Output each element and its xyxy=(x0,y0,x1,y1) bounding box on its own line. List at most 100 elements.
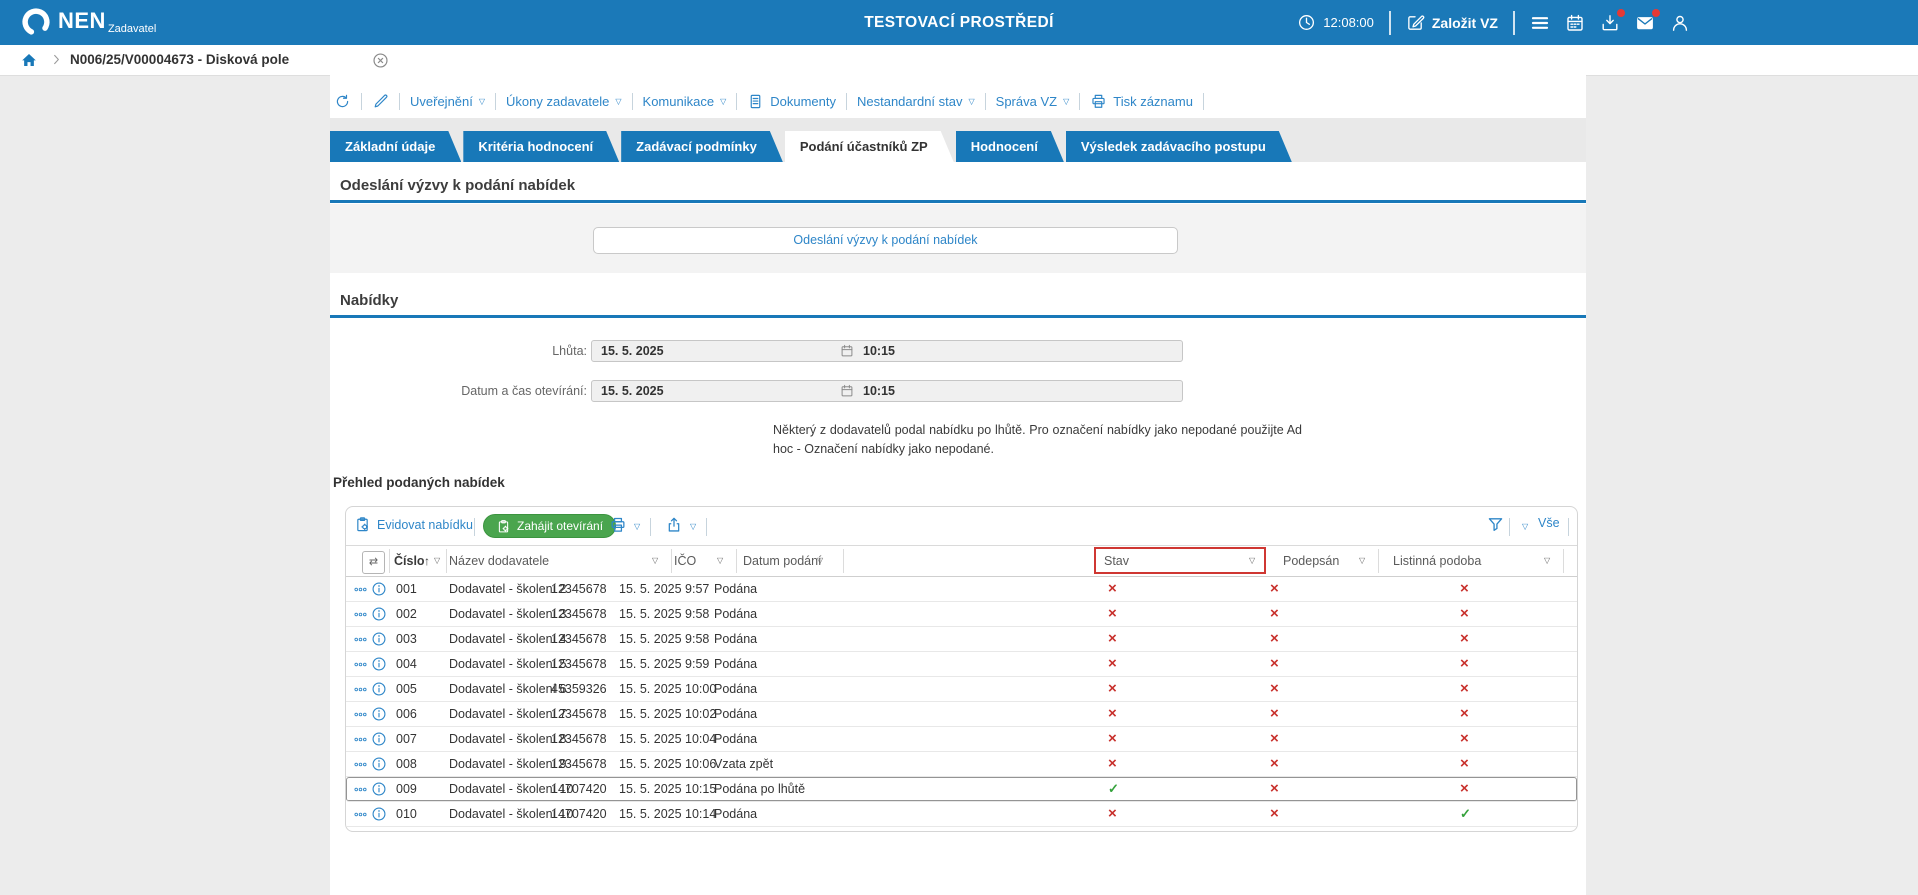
record-toolbar-item-uve-ejn-n-[interactable]: Uveřejnění▽ xyxy=(410,94,485,109)
column-settings-button[interactable]: ⇄ xyxy=(362,551,385,574)
bids-table-header: ⇄Číslo↑▽Název dodavatele▽IČO▽Datum podán… xyxy=(346,545,1577,577)
table-row[interactable]: 009Dodavatel - školení 101470742015. 5. … xyxy=(346,777,1577,802)
row-info-icon[interactable] xyxy=(371,606,387,622)
opening-field[interactable]: 15. 5. 2025 10:15 xyxy=(591,380,1183,402)
refresh-record-button[interactable] xyxy=(334,93,351,110)
row-info-icon[interactable] xyxy=(371,731,387,747)
row-menu-icon[interactable] xyxy=(354,683,367,696)
deadline-field[interactable]: 15. 5. 2025 10:15 xyxy=(591,340,1183,362)
topbar-divider xyxy=(1389,11,1391,35)
row-menu-icon[interactable] xyxy=(354,733,367,746)
record-toolbar-item-tisk-z-znamu[interactable]: Tisk záznamu xyxy=(1090,93,1193,110)
downloads-button[interactable] xyxy=(1600,13,1620,33)
column-filter-caret[interactable]: ▽ xyxy=(817,557,823,565)
row-menu-icon[interactable] xyxy=(354,583,367,596)
record-toolbar-item--kony-zadavatele[interactable]: Úkony zadavatele▽ xyxy=(506,94,622,109)
column-filter-caret[interactable]: ▽ xyxy=(1544,557,1550,565)
flag-listinna: × xyxy=(1460,727,1469,751)
export-options-caret[interactable]: ▽ xyxy=(690,522,696,531)
create-vz-button[interactable]: Založit VZ xyxy=(1406,13,1498,32)
view-all-button[interactable]: Vše xyxy=(1538,516,1560,530)
row-info-icon[interactable] xyxy=(371,706,387,722)
column-filter-caret[interactable]: ▽ xyxy=(717,557,723,565)
tab-hodnocen-[interactable]: Hodnocení xyxy=(956,131,1064,162)
table-row[interactable]: 010Dodavatel - školení 101470742015. 5. … xyxy=(346,802,1577,827)
breadcrumb-record-tab[interactable]: N006/25/V00004673 - Disková pole xyxy=(70,45,289,75)
column-divider xyxy=(1563,549,1564,573)
table-row[interactable]: 001Dodavatel - školení 21234567815. 5. 2… xyxy=(346,577,1577,602)
row-menu-icon[interactable] xyxy=(354,608,367,621)
row-info-icon[interactable] xyxy=(371,681,387,697)
print-options-caret[interactable]: ▽ xyxy=(634,522,640,531)
flag-podepsan: × xyxy=(1270,652,1279,676)
row-menu-icon[interactable] xyxy=(354,708,367,721)
tab-zad-vac-podm-nky[interactable]: Zadávací podmínky xyxy=(621,131,783,162)
home-icon[interactable] xyxy=(20,51,38,69)
close-record-icon[interactable] xyxy=(372,52,389,69)
table-row[interactable]: 005Dodavatel - školení 64535932615. 5. 2… xyxy=(346,677,1577,702)
tab-pod-n-astn-k-zp[interactable]: Podání účastníků ZP xyxy=(785,131,954,162)
cell-submitted: 15. 5. 2025 9:58 xyxy=(619,627,709,651)
table-row[interactable]: 004Dodavatel - školení 51234567815. 5. 2… xyxy=(346,652,1577,677)
send-invite-button[interactable]: Odeslání výzvy k podání nabídek xyxy=(593,227,1178,254)
column-filter-caret[interactable]: ▽ xyxy=(1249,557,1255,565)
row-menu-icon[interactable] xyxy=(354,783,367,796)
row-info-icon[interactable] xyxy=(371,656,387,672)
edit-record-button[interactable] xyxy=(372,93,389,110)
tab-z-kladn-daje[interactable]: Základní údaje xyxy=(330,131,461,162)
toolbar-divider xyxy=(474,518,475,536)
row-info-icon[interactable] xyxy=(371,631,387,647)
table-row[interactable]: 008Dodavatel - školení 91234567815. 5. 2… xyxy=(346,752,1577,777)
column-header-datum-podání[interactable]: Datum podání xyxy=(743,546,822,576)
messages-button[interactable] xyxy=(1635,13,1655,33)
column-filter-caret[interactable]: ▽ xyxy=(434,557,440,565)
record-bid-button[interactable]: Evidovat nabídku xyxy=(354,516,473,533)
calendar-button[interactable] xyxy=(1565,13,1585,33)
table-row[interactable]: 002Dodavatel - školení 31234567815. 5. 2… xyxy=(346,602,1577,627)
user-button[interactable] xyxy=(1670,13,1690,33)
table-row[interactable]: 007Dodavatel - školení 81234567815. 5. 2… xyxy=(346,727,1577,752)
clipboard-gear-icon xyxy=(496,519,511,534)
column-header-název-dodavatele[interactable]: Název dodavatele xyxy=(449,546,549,576)
record-toolbar-item-dokumenty[interactable]: Dokumenty xyxy=(747,93,836,110)
flag-stav: × xyxy=(1108,802,1117,826)
column-header-listinná-podoba[interactable]: Listinná podoba xyxy=(1393,546,1481,576)
late-bid-warning: Některý z dodavatelů podal nabídku po lh… xyxy=(773,421,1302,459)
tab-krit-ria-hodnocen-[interactable]: Kritéria hodnocení xyxy=(463,131,619,162)
row-menu-icon[interactable] xyxy=(354,808,367,821)
table-row[interactable]: 003Dodavatel - školení 41234567815. 5. 2… xyxy=(346,627,1577,652)
print-table-icon[interactable] xyxy=(609,516,627,534)
column-filter-caret[interactable]: ▽ xyxy=(652,557,658,565)
row-info-icon[interactable] xyxy=(371,781,387,797)
cell-number: 007 xyxy=(396,727,417,751)
opening-label: Datum a čas otevírání: xyxy=(330,380,587,402)
start-opening-button[interactable]: Zahájit otevírání xyxy=(483,514,616,538)
cell-number: 001 xyxy=(396,577,417,601)
column-header-ičo[interactable]: IČO xyxy=(674,546,696,576)
row-menu-icon[interactable] xyxy=(354,633,367,646)
row-info-icon[interactable] xyxy=(371,806,387,822)
record-toolbar-item-nestandardn-stav[interactable]: Nestandardní stav▽ xyxy=(857,94,975,109)
column-header-číslo[interactable]: Číslo xyxy=(394,546,425,576)
tab-v-sledek-zad-vac-ho-postupu[interactable]: Výsledek zadávacího postupu xyxy=(1066,131,1292,162)
record-toolbar: Uveřejnění▽ Úkony zadavatele▽ Komunikace▽ D… xyxy=(334,87,1584,115)
column-header-podepsán[interactable]: Podepsán xyxy=(1283,546,1339,576)
row-info-icon[interactable] xyxy=(371,756,387,772)
table-row[interactable]: 006Dodavatel - školení 71234567815. 5. 2… xyxy=(346,702,1577,727)
row-menu-icon[interactable] xyxy=(354,658,367,671)
toolbar-divider xyxy=(985,93,986,110)
record-toolbar-item-spr-va-vz[interactable]: Správa VZ▽ xyxy=(996,94,1070,109)
column-filter-caret[interactable]: ▽ xyxy=(1359,557,1365,565)
row-info-icon[interactable] xyxy=(371,581,387,597)
export-icon[interactable] xyxy=(665,516,683,534)
menu-button[interactable] xyxy=(1530,13,1550,33)
cell-ico: 14707420 xyxy=(551,802,607,826)
record-toolbar-item-komunikace[interactable]: Komunikace▽ xyxy=(643,94,727,109)
flag-podepsan: × xyxy=(1270,752,1279,776)
view-options-caret[interactable]: ▽ xyxy=(1522,522,1528,531)
column-header-stav[interactable]: Stav xyxy=(1104,546,1129,576)
row-menu-icon[interactable] xyxy=(354,758,367,771)
flag-podepsan: × xyxy=(1270,727,1279,751)
filter-funnel-icon[interactable] xyxy=(1486,515,1505,534)
cell-ico: 12345678 xyxy=(551,652,607,676)
